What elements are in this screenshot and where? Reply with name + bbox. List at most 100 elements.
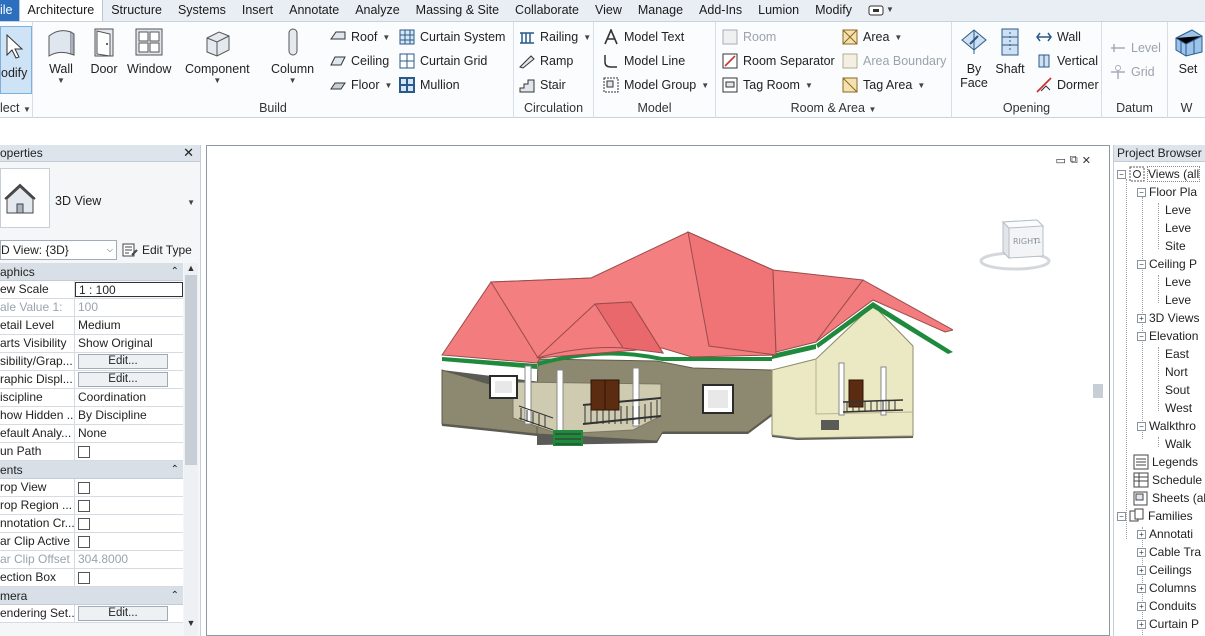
close-icon[interactable]: ✕ xyxy=(183,145,194,161)
property-value[interactable]: None xyxy=(75,425,183,442)
checkbox[interactable] xyxy=(78,482,90,494)
panel-title-select[interactable]: lect ▼ xyxy=(0,101,32,115)
collapse-icon[interactable]: − xyxy=(1117,511,1126,521)
room-separator-button[interactable]: Room Separator xyxy=(722,52,835,70)
collapse-group-icon[interactable]: ⌃ xyxy=(171,590,179,601)
area-boundary-button[interactable]: Area Boundary xyxy=(842,52,946,70)
scroll-up-icon[interactable]: ▲ xyxy=(184,263,198,273)
railing-button[interactable]: Railing ▼ xyxy=(519,28,591,46)
tree-node-floor-plan-level[interactable]: Leve xyxy=(1165,219,1191,237)
property-group-header[interactable]: aphics ⌃ xyxy=(0,263,183,281)
expand-icon[interactable]: + xyxy=(1137,547,1146,557)
collapse-icon[interactable]: − xyxy=(1117,169,1126,179)
expand-icon[interactable]: + xyxy=(1137,313,1146,323)
collapse-group-icon[interactable]: ⌃ xyxy=(171,464,179,475)
collapse-icon[interactable]: − xyxy=(1137,187,1146,197)
tab-structure[interactable]: Structure xyxy=(103,0,170,21)
wall-opening-button[interactable]: Wall xyxy=(1036,28,1081,46)
tree-node-legends[interactable]: Legends xyxy=(1133,453,1198,471)
tab-view[interactable]: View xyxy=(587,0,630,21)
dormer-button[interactable]: Dormer xyxy=(1036,76,1099,94)
property-value[interactable]: Coordination xyxy=(75,389,183,406)
expand-icon[interactable]: + xyxy=(1137,565,1146,575)
properties-scrollbar[interactable]: ▲ ▼ xyxy=(184,263,198,636)
property-value[interactable]: By Discipline xyxy=(75,407,183,424)
tree-node-ceiling-plans[interactable]: − Ceiling P xyxy=(1137,255,1197,273)
tab-analyze[interactable]: Analyze xyxy=(347,0,407,21)
ribbon-options-dropdown[interactable]: ▼ xyxy=(860,0,902,21)
tab-add-ins[interactable]: Add-Ins xyxy=(691,0,750,21)
roof-button[interactable]: Roof ▼ xyxy=(330,28,390,46)
door-button[interactable]: Door xyxy=(88,26,120,76)
checkbox[interactable] xyxy=(78,536,90,548)
modify-button[interactable]: odify xyxy=(0,26,32,94)
tree-node-elevation-west[interactable]: West xyxy=(1165,399,1192,417)
tree-node-floor-plans[interactable]: − Floor Pla xyxy=(1137,183,1197,201)
tab-modify[interactable]: Modify xyxy=(807,0,860,21)
tab-annotate[interactable]: Annotate xyxy=(281,0,347,21)
tree-node-ceiling-level[interactable]: Leve xyxy=(1165,273,1191,291)
property-value[interactable]: Medium xyxy=(75,317,183,334)
tree-node-views[interactable]: − Views (all xyxy=(1117,165,1201,183)
tree-node-sheets[interactable]: Sheets (al xyxy=(1133,489,1205,507)
tree-node-annotation-symbols[interactable]: + Annotati xyxy=(1137,525,1193,543)
tab-architecture[interactable]: Architecture xyxy=(18,0,104,21)
model-group-button[interactable]: Model Group ▼ xyxy=(603,76,709,94)
tree-node-ceiling-level[interactable]: Leve xyxy=(1165,291,1191,309)
edit-button[interactable]: Edit... xyxy=(78,354,168,369)
checkbox[interactable] xyxy=(78,518,90,530)
tree-node-ceilings[interactable]: + Ceilings xyxy=(1137,561,1192,579)
tree-node-elevation-east[interactable]: East xyxy=(1165,345,1189,363)
window-button[interactable]: Window xyxy=(127,26,171,76)
tree-node-site[interactable]: Site xyxy=(1165,237,1186,255)
house-3d-model[interactable] xyxy=(433,230,953,455)
collapse-icon[interactable]: − xyxy=(1137,259,1146,269)
collapse-group-icon[interactable]: ⌃ xyxy=(171,266,179,277)
by-face-button[interactable]: By Face xyxy=(958,26,990,90)
mullion-button[interactable]: Mullion xyxy=(399,76,460,94)
checkbox[interactable] xyxy=(78,500,90,512)
restore-icon[interactable]: ⧉ xyxy=(1070,154,1078,167)
expand-icon[interactable]: + xyxy=(1137,619,1146,629)
property-group-header[interactable]: mera ⌃ xyxy=(0,587,183,605)
curtain-system-button[interactable]: Curtain System xyxy=(399,28,505,46)
view-scrollbar-thumb[interactable] xyxy=(1093,384,1103,398)
close-icon[interactable]: ✕ xyxy=(1082,154,1091,167)
tree-node-families[interactable]: − Families xyxy=(1117,507,1193,525)
tree-node-columns[interactable]: + Columns xyxy=(1137,579,1196,597)
tab-systems[interactable]: Systems xyxy=(170,0,234,21)
edit-type-button[interactable]: Edit Type xyxy=(122,242,192,258)
tab-manage[interactable]: Manage xyxy=(630,0,691,21)
tab-massing-site[interactable]: Massing & Site xyxy=(408,0,507,21)
tab-insert[interactable]: Insert xyxy=(234,0,281,21)
tree-node-elevation-south[interactable]: Sout xyxy=(1165,381,1190,399)
tag-room-button[interactable]: Tag Room ▼ xyxy=(722,76,813,94)
property-group-header[interactable]: ents ⌃ xyxy=(0,461,183,479)
property-value[interactable]: Show Original xyxy=(75,335,183,352)
tree-node-floor-plan-level[interactable]: Leve xyxy=(1165,201,1191,219)
wall-button[interactable]: Wall ▼ xyxy=(45,26,77,85)
floor-button[interactable]: Floor ▼ xyxy=(330,76,392,94)
panel-title-room-area[interactable]: Room & Area ▼ xyxy=(716,101,951,115)
tab-lumion[interactable]: Lumion xyxy=(750,0,807,21)
grid-button[interactable]: Grid xyxy=(1110,63,1155,81)
scrollbar-thumb[interactable] xyxy=(185,275,197,465)
collapse-icon[interactable]: − xyxy=(1137,331,1146,341)
set-work-plane-button[interactable]: Set xyxy=(1172,26,1204,76)
tree-node-elevations[interactable]: − Elevation xyxy=(1137,327,1198,345)
ramp-button[interactable]: Ramp xyxy=(519,52,573,70)
model-text-button[interactable]: Model Text xyxy=(603,28,684,46)
ceiling-button[interactable]: Ceiling xyxy=(330,52,389,70)
minimize-icon[interactable]: ▭ xyxy=(1056,154,1066,167)
component-button[interactable]: Component ▼ xyxy=(185,26,250,85)
tree-node-3d-views[interactable]: +3D Views xyxy=(1137,309,1199,327)
curtain-grid-button[interactable]: Curtain Grid xyxy=(399,52,487,70)
scroll-down-icon[interactable]: ▼ xyxy=(184,618,198,628)
expand-icon[interactable]: + xyxy=(1137,583,1146,593)
tree-node-cable-trays[interactable]: + Cable Tra xyxy=(1137,543,1201,561)
edit-button[interactable]: Edit... xyxy=(78,606,168,621)
column-button[interactable]: Column ▼ xyxy=(271,26,314,85)
stair-button[interactable]: Stair xyxy=(519,76,566,94)
tree-node-walk[interactable]: Walk xyxy=(1165,435,1191,453)
edit-button[interactable]: Edit... xyxy=(78,372,168,387)
